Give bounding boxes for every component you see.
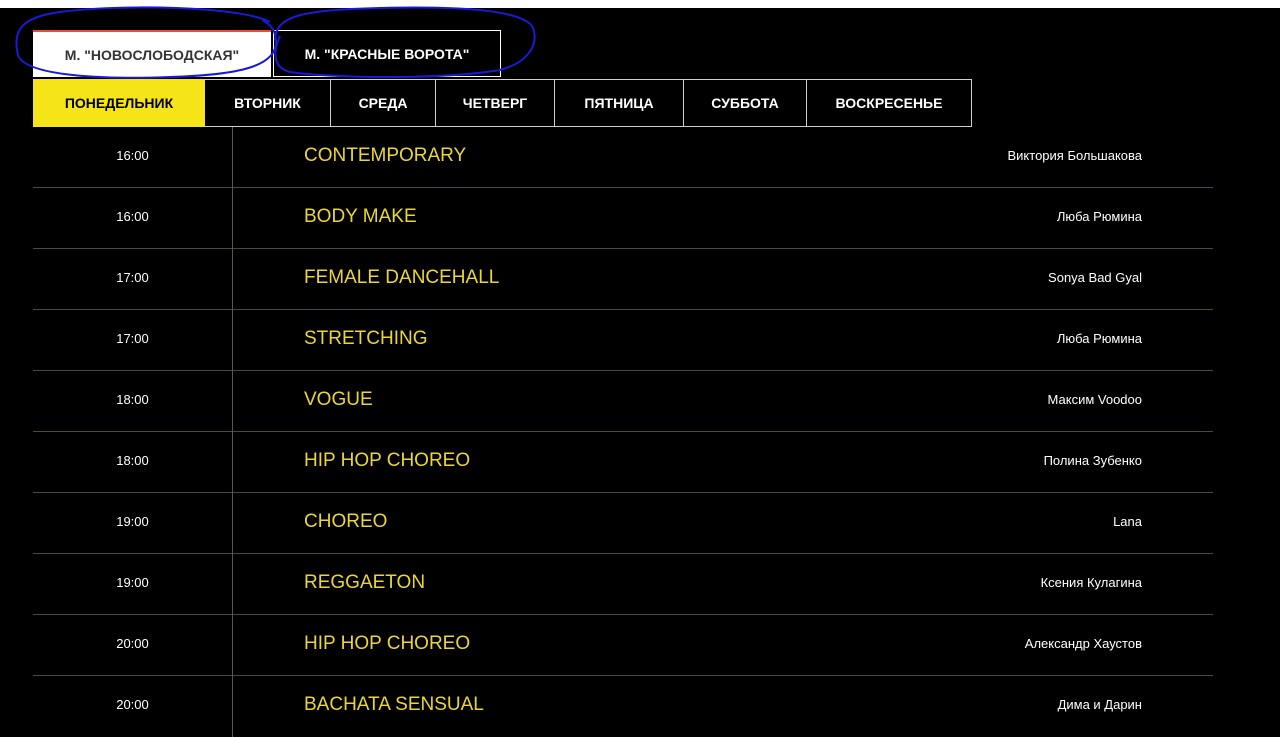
teacher-name: Максим Voodoo xyxy=(1047,392,1142,407)
column-divider xyxy=(232,310,233,371)
column-divider xyxy=(232,249,233,310)
teacher-name: Sonya Bad Gyal xyxy=(1048,270,1142,285)
top-white-strip xyxy=(0,0,1280,8)
class-time: 16:00 xyxy=(116,148,149,163)
class-name-link[interactable]: VOGUE xyxy=(304,371,373,432)
class-time: 19:00 xyxy=(116,514,149,529)
class-name-link[interactable]: CHOREO xyxy=(304,493,387,554)
table-row: 17:00 FEMALE DANCEHALL Sonya Bad Gyal xyxy=(33,249,1213,310)
class-name-link[interactable]: REGGAETON xyxy=(304,554,425,615)
table-row: 19:00 REGGAETON Ксения Кулагина xyxy=(33,554,1213,615)
class-time: 18:00 xyxy=(116,392,149,407)
tab-sunday[interactable]: ВОСКРЕСЕНЬЕ xyxy=(807,79,972,127)
teacher-name: Люба Рюмина xyxy=(1056,331,1142,346)
table-row: 19:00 CHOREO Lana xyxy=(33,493,1213,554)
class-name-link[interactable]: HIP HOP CHOREO xyxy=(304,432,470,493)
class-time: 16:00 xyxy=(116,209,149,224)
table-row: 17:00 STRETCHING Люба Рюмина xyxy=(33,310,1213,371)
schedule-table: 16:00 CONTEMPORARY Виктория Большакова 1… xyxy=(33,127,1213,737)
table-row: 16:00 CONTEMPORARY Виктория Большакова xyxy=(33,127,1213,188)
class-name-link[interactable]: CONTEMPORARY xyxy=(304,127,466,188)
column-divider xyxy=(232,127,233,188)
class-time: 20:00 xyxy=(116,636,149,651)
tab-monday[interactable]: ПОНЕДЕЛЬНИК xyxy=(33,79,205,127)
teacher-name: Ксения Кулагина xyxy=(1040,575,1142,590)
column-divider xyxy=(232,188,233,249)
class-name-link[interactable]: STRETCHING xyxy=(304,310,428,371)
column-divider xyxy=(232,615,233,676)
column-divider xyxy=(232,371,233,432)
teacher-name: Люба Рюмина xyxy=(1056,209,1142,224)
table-row: 18:00 HIP HOP CHOREO Полина Зубенко xyxy=(33,432,1213,493)
table-row: 16:00 BODY MAKE Люба Рюмина xyxy=(33,188,1213,249)
column-divider xyxy=(232,554,233,615)
location-tab-novoslobodskaya[interactable]: М. "НОВОСЛОБОДСКАЯ" xyxy=(33,30,271,77)
class-name-link[interactable]: BODY MAKE xyxy=(304,188,417,249)
tab-saturday[interactable]: СУББОТА xyxy=(684,79,807,127)
location-tab-krasnye-vorota[interactable]: М. "КРАСНЫЕ ВОРОТА" xyxy=(273,30,501,77)
teacher-name: Lana xyxy=(1113,514,1142,529)
tab-wednesday[interactable]: СРЕДА xyxy=(331,79,436,127)
teacher-name: Александр Хаустов xyxy=(1024,636,1142,651)
class-time: 18:00 xyxy=(116,453,149,468)
class-name-link[interactable]: FEMALE DANCEHALL xyxy=(304,249,499,310)
teacher-name: Виктория Большакова xyxy=(1007,148,1143,163)
table-row: 20:00 HIP HOP CHOREO Александр Хаустов xyxy=(33,615,1213,676)
class-time: 17:00 xyxy=(116,331,149,346)
class-time: 17:00 xyxy=(116,270,149,285)
column-divider xyxy=(232,493,233,554)
day-tabs: ПОНЕДЕЛЬНИК ВТОРНИК СРЕДА ЧЕТВЕРГ ПЯТНИЦ… xyxy=(33,79,972,127)
tab-tuesday[interactable]: ВТОРНИК xyxy=(205,79,331,127)
class-name-link[interactable]: HIP HOP CHOREO xyxy=(304,615,470,676)
tab-friday[interactable]: ПЯТНИЦА xyxy=(555,79,684,127)
class-time: 19:00 xyxy=(116,575,149,590)
table-row: 18:00 VOGUE Максим Voodoo xyxy=(33,371,1213,432)
teacher-name: Полина Зубенко xyxy=(1043,453,1142,468)
column-divider xyxy=(232,432,233,493)
tab-thursday[interactable]: ЧЕТВЕРГ xyxy=(436,79,555,127)
